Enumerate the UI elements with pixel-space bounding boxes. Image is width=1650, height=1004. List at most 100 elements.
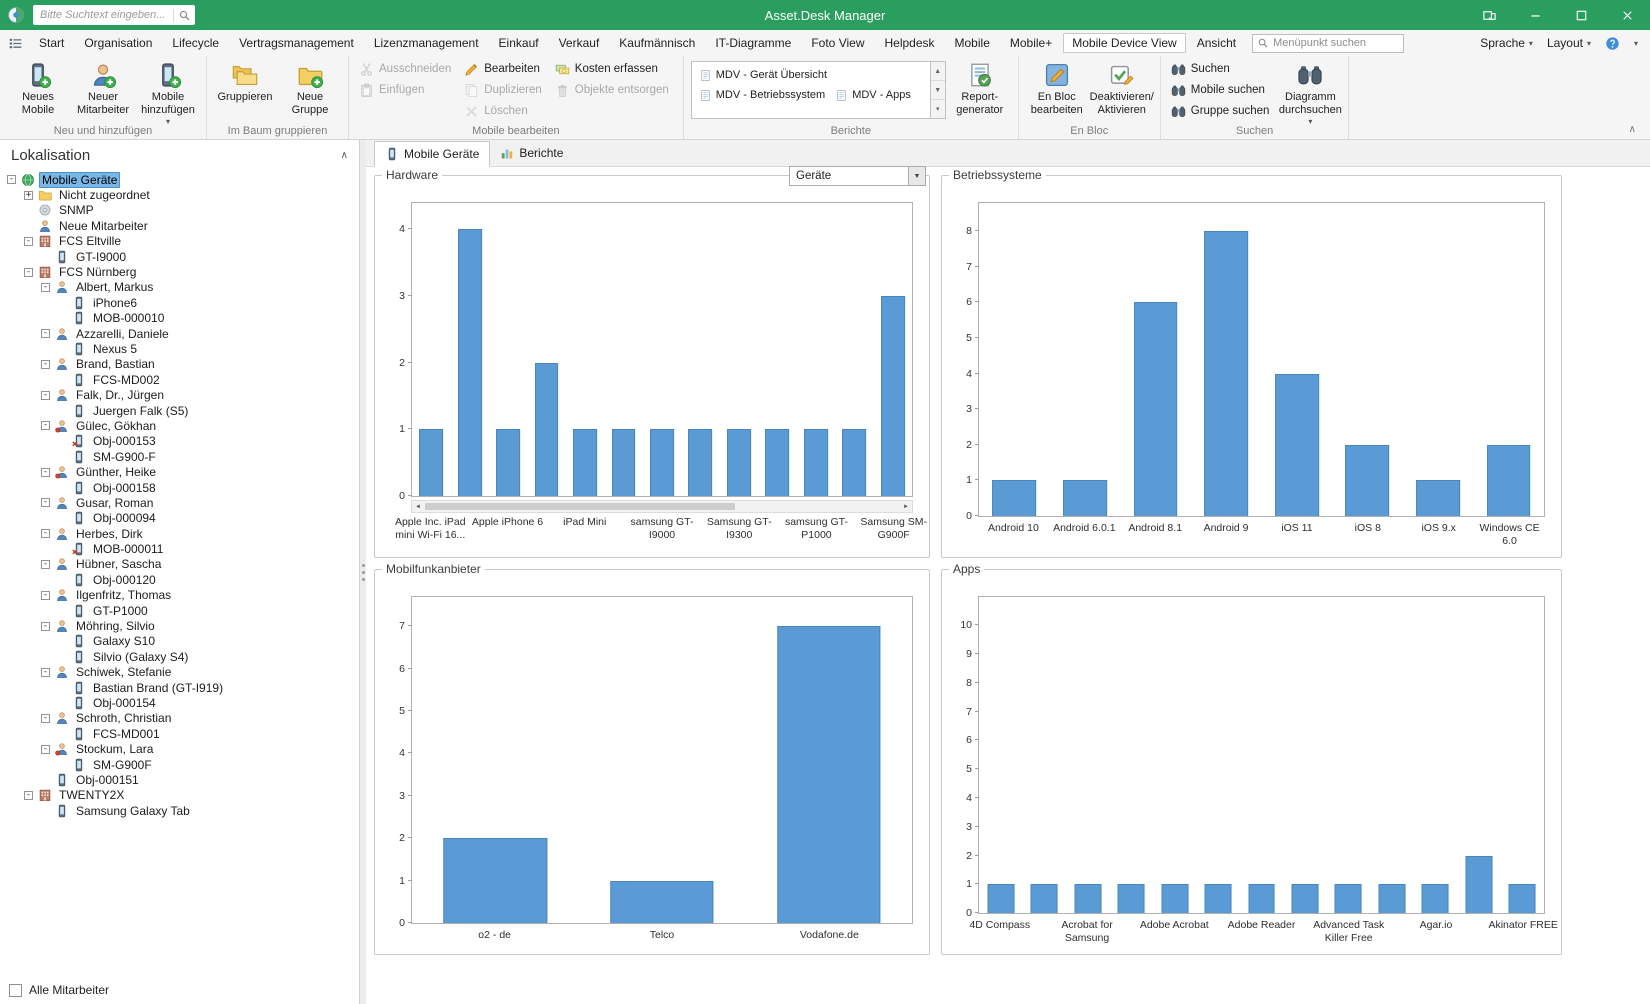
tree-item-nicht-zugeordnet[interactable]: + Nicht zugeordnet [7,187,359,202]
menu-grid-icon[interactable] [8,36,23,51]
tree-item-gt-i9000[interactable]: GT-I9000 [7,249,359,264]
tree-item-sm-g900-f[interactable]: SM-G900-F [7,449,359,464]
tree-expander-icon[interactable]: - [24,790,33,800]
gruppe-suchen-button[interactable]: Gruppe suchen [1168,101,1277,121]
chevron-down-icon[interactable]: ▾ [1634,39,1638,48]
help-icon[interactable] [1605,36,1620,51]
menu-tab-foto-view[interactable]: Foto View [802,33,873,53]
tree-expander-icon[interactable]: - [41,667,50,677]
neuer-mitarbeiter-button[interactable]: Neuer Mitarbeiter [72,59,134,121]
tree-item-ilgenfritz-thomas[interactable]: - Ilgenfritz, Thomas [7,588,359,603]
tree-item-herbes-dirk[interactable]: - Herbes, Dirk [7,526,359,541]
tree-item-h-bner-sascha[interactable]: - Hübner, Sascha [7,557,359,572]
tree-item-mob-000010[interactable]: MOB-000010 [7,311,359,326]
menu-search[interactable] [1252,33,1405,53]
tree-item-m-hring-silvio[interactable]: - Möhring, Silvio [7,618,359,633]
menu-tab-organisation[interactable]: Organisation [75,33,161,53]
tree-item-obj-000094[interactable]: Obj-000094 [7,511,359,526]
tree-item-iphone6[interactable]: iPhone6 [7,295,359,310]
tree-expander-icon[interactable]: - [41,744,50,754]
tree-expander-icon[interactable]: - [41,529,50,539]
gallery-more-icon[interactable]: ▾ [931,100,945,118]
tree-item-obj-000151[interactable]: Obj-000151 [7,772,359,787]
tree-item-mobile-ger-te[interactable]: - Mobile Geräte [7,172,359,188]
deaktivieren-aktivieren-button[interactable]: Deaktivieren/ Aktivieren [1090,59,1154,121]
tree-item-bastian-brand-gt-i919[interactable]: Bastian Brand (GT-I919) [7,680,359,695]
layout-menu[interactable]: Layout ▾ [1547,36,1591,50]
menu-tab-verkauf[interactable]: Verkauf [550,33,609,53]
tree-item-albert-markus[interactable]: - Albert, Markus [7,280,359,295]
menu-tab-ansicht[interactable]: Ansicht [1188,33,1245,53]
tab-berichte[interactable]: Berichte [490,140,573,166]
menu-tab-einkauf[interactable]: Einkauf [490,33,548,53]
tree-item-fcs-md002[interactable]: FCS-MD002 [7,372,359,387]
menu-tab-mobile[interactable]: Mobile+ [1001,33,1061,53]
tree-item-juergen-falk-s5[interactable]: Juergen Falk (S5) [7,403,359,418]
gallery-scroll-down-icon[interactable]: ▼ [930,81,945,100]
tree-item-obj-000158[interactable]: Obj-000158 [7,480,359,495]
neues-mobile-button[interactable]: Neues Mobile [7,59,69,121]
gallery-item-mdv-betriebssystem[interactable]: MDV - Betriebssystem [694,85,830,105]
duplizieren-button[interactable]: Duplizieren [461,80,549,100]
mobile-suchen-button[interactable]: Mobile suchen [1168,80,1277,100]
search-icon[interactable] [178,9,191,22]
tree-expander-icon[interactable]: + [24,190,33,200]
tree-item-falk-dr-j-rgen[interactable]: - Falk, Dr., Jürgen [7,387,359,402]
tree-item-azzarelli-daniele[interactable]: - Azzarelli, Daniele [7,326,359,341]
scroll-left-icon[interactable]: ◄ [412,501,424,512]
tree-expander-icon[interactable]: - [41,390,50,400]
mobile-hinzuf-gen-button[interactable]: Mobile hinzufügen ▾ [137,59,199,129]
tree-expander-icon[interactable]: - [24,236,33,246]
menu-tab-helpdesk[interactable]: Helpdesk [875,33,943,53]
minimize-button[interactable] [1512,0,1558,30]
language-menu[interactable]: Sprache ▾ [1480,36,1533,50]
einf-gen-button[interactable]: Einfügen [356,80,458,100]
tree-expander-icon[interactable]: - [41,421,50,431]
menu-tab-kaufm-nnisch[interactable]: Kaufmännisch [610,33,704,53]
ribbon-collapse-icon[interactable]: ∧ [1629,124,1636,135]
tree-expander-icon[interactable]: - [24,267,33,277]
tree-item-schiwek-stefanie[interactable]: - Schiwek, Stefanie [7,665,359,680]
tree-item-gt-p1000[interactable]: GT-P1000 [7,603,359,618]
tree-expander-icon[interactable]: - [41,559,50,569]
titlebar-search[interactable] [33,5,195,25]
tree-expander-icon[interactable]: - [41,621,50,631]
menu-tab-it-diagramme[interactable]: IT-Diagramme [706,33,800,53]
tree-expander-icon[interactable]: - [41,359,50,369]
tree-item-silvio-galaxy-s4[interactable]: Silvio (Galaxy S4) [7,649,359,664]
diagramm-durchsuchen-button[interactable]: Diagramm durchsuchen ▾ [1279,59,1342,129]
menu-tab-mobile[interactable]: Mobile [946,33,999,53]
chevron-down-icon[interactable]: ▼ [908,167,925,185]
tree-expander-icon[interactable]: - [41,590,50,600]
all-employees-checkbox[interactable] [9,983,22,997]
close-button[interactable] [1604,0,1650,30]
en-bloc-bearbeiten-button[interactable]: En Bloc bearbeiten [1026,59,1088,121]
menu-tab-lifecycle[interactable]: Lifecycle [163,33,228,53]
collapse-panel-icon[interactable]: ∧ [341,150,348,161]
tree-item-obj-000120[interactable]: Obj-000120 [7,572,359,587]
objekte-entsorgen-button[interactable]: Objekte entsorgen [552,80,676,100]
tree-item-schroth-christian[interactable]: - Schroth, Christian [7,711,359,726]
tree-expander-icon[interactable]: - [41,467,50,477]
scroll-thumb[interactable] [425,503,735,510]
l-schen-button[interactable]: Löschen [461,101,549,121]
menu-tab-mobile-device-view[interactable]: Mobile Device View [1063,33,1186,53]
tree-item-stockum-lara[interactable]: - Stockum, Lara [7,741,359,756]
tree-item-obj-000153[interactable]: Obj-000153 [7,434,359,449]
tree-item-galaxy-s10[interactable]: Galaxy S10 [7,634,359,649]
maximize-button[interactable] [1558,0,1604,30]
tree-item-samsung-galaxy-tab[interactable]: Samsung Galaxy Tab [7,803,359,818]
tree-item-snmp[interactable]: SNMP [7,203,359,218]
tree-expander-icon[interactable]: - [41,282,50,292]
tree-item-neue-mitarbeiter[interactable]: Neue Mitarbeiter [7,218,359,233]
neue-gruppe-button[interactable]: Neue Gruppe [279,59,341,121]
scroll-right-icon[interactable]: ► [900,501,912,512]
tree-item-sm-g900f[interactable]: SM-G900F [7,757,359,772]
tree-expander-icon[interactable]: - [41,329,50,339]
tree-expander-icon[interactable]: - [7,175,16,185]
report-generator-button[interactable]: Report- generator [949,59,1011,121]
tree-expander-icon[interactable]: - [41,713,50,723]
bear-beiten-button[interactable]: Bear­beiten [461,59,549,79]
gruppieren-button[interactable]: Gruppieren [214,59,276,121]
tree-expander-icon[interactable]: - [41,498,50,508]
